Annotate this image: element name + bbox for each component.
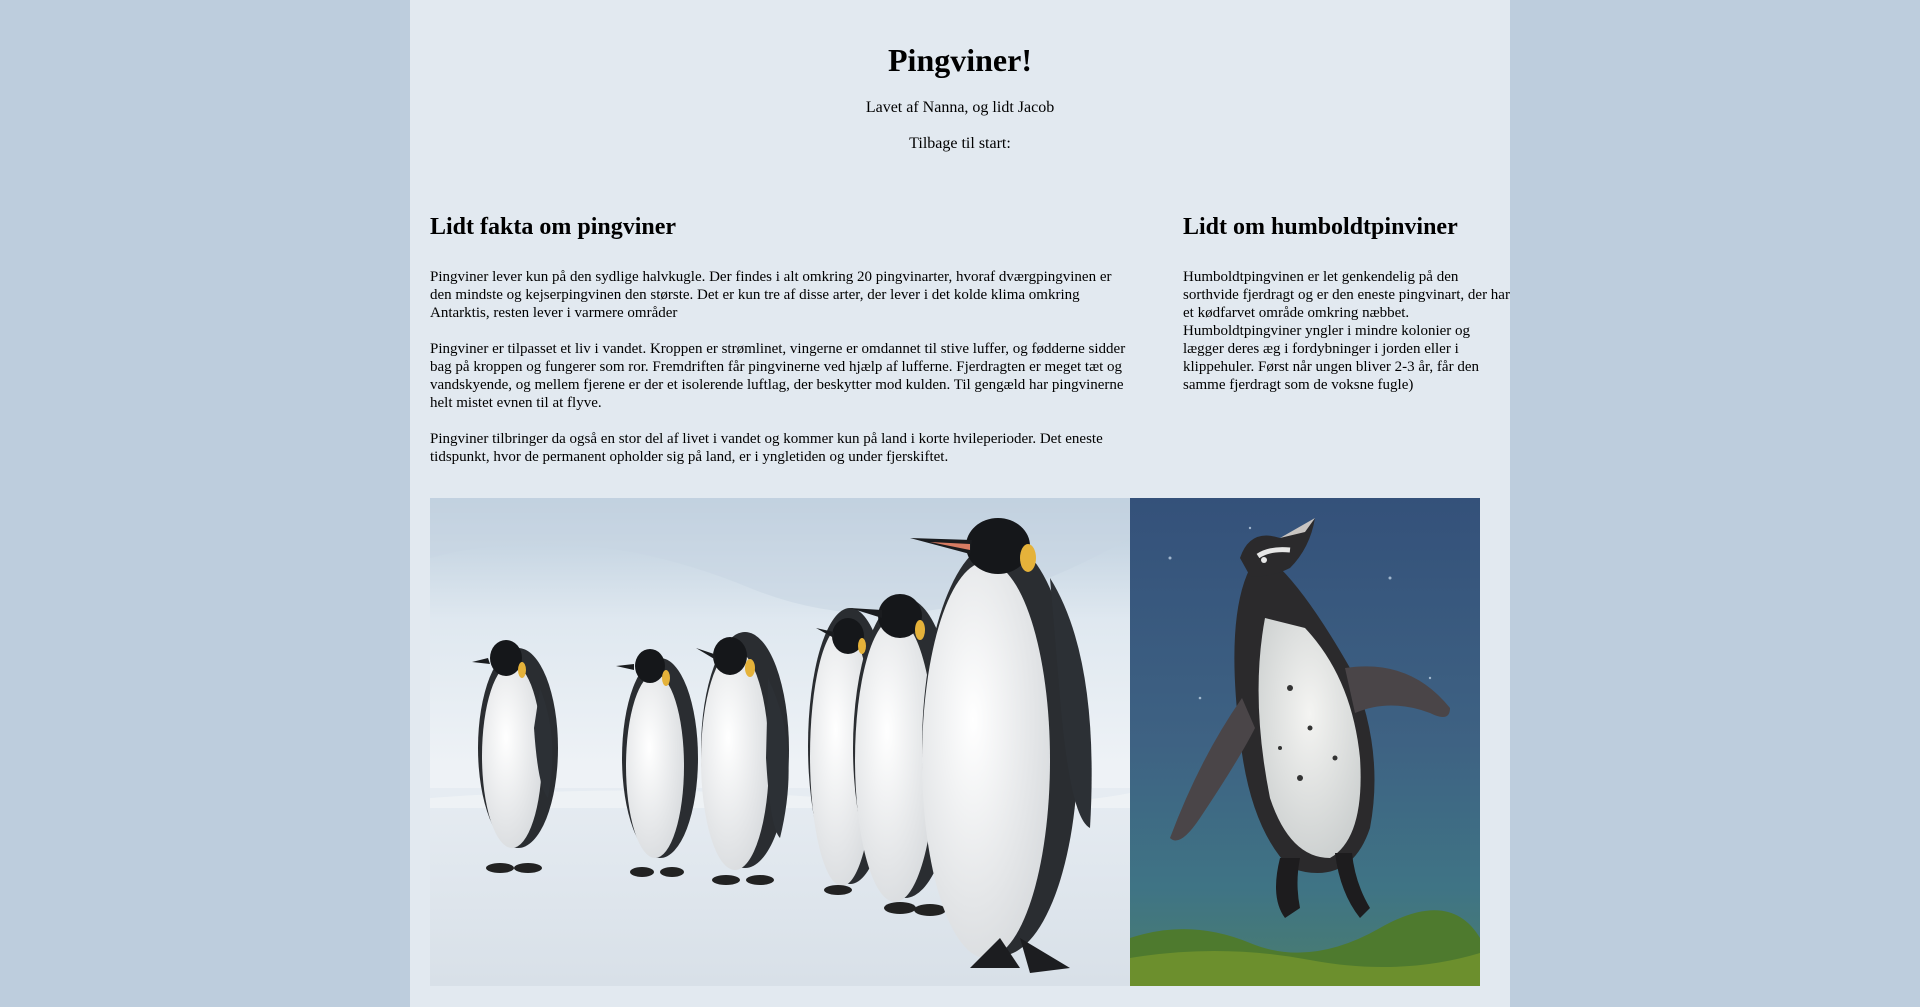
facts-paragraph-2: Pingviner er tilpasset et liv i vandet. … [430, 341, 1126, 411]
back-to-start-link[interactable]: Tilbage til start: [410, 134, 1510, 154]
facts-paragraph-1: Pingviner lever kun på den sydlige halvk… [430, 269, 1112, 321]
humboldt-section: Lidt om humboldtpinviner Humboldtpingvin… [1183, 210, 1513, 412]
humboldt-paragraph: Humboldtpingvinen er let genkendelig på … [1183, 269, 1510, 393]
emperor-penguins-image [430, 498, 1130, 986]
facts-paragraph-3: Pingviner tilbringer da også en stor del… [430, 431, 1103, 465]
humboldt-heading: Lidt om humboldtpinviner [1183, 214, 1458, 240]
byline: Lavet af Nanna, og lidt Jacob [865, 99, 1055, 116]
page-container: Pingviner! Lavet af Nanna, og lidt Jacob… [410, 0, 1510, 1007]
humboldt-penguin-image [1130, 498, 1480, 986]
facts-heading: Lidt fakta om pingviner [430, 214, 677, 240]
image-row [430, 498, 1480, 986]
facts-section: Lidt fakta om pingviner Pingviner lever … [430, 210, 1130, 484]
page-title: Pingviner! [888, 42, 1032, 78]
header: Pingviner! Lavet af Nanna, og lidt Jacob… [410, 0, 1510, 154]
